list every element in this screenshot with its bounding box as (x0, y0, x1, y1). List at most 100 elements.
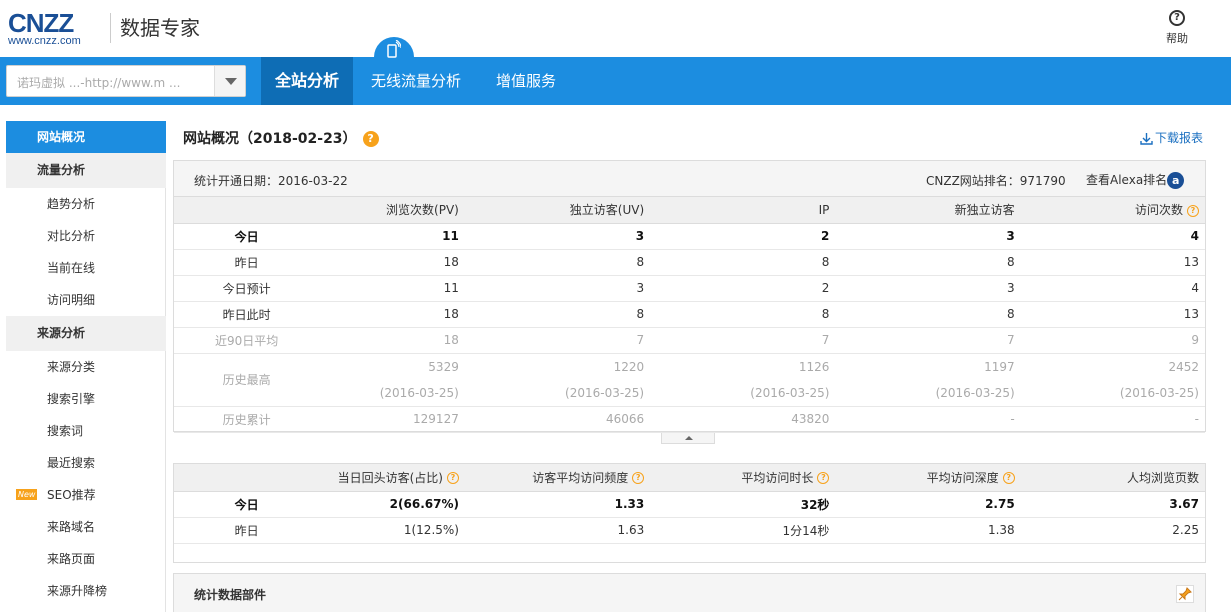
cell-value: 8 (821, 307, 830, 321)
help-icon[interactable]: ? (632, 472, 645, 485)
sidebar-item-label: 流量分析 (37, 163, 86, 177)
table-row: 历史最高 5329 (2016-03-25) 1220 (2016-03-25) 1126… (174, 353, 1205, 407)
sidebar-item-11[interactable]: New SEO推荐 (6, 479, 166, 511)
cell-value: 1126 (798, 359, 830, 374)
row-label: 历史最高 (174, 353, 320, 407)
sidebar-item-6[interactable]: 来源分析 (6, 316, 166, 351)
tab-site-analysis[interactable]: 全站分析 (261, 57, 353, 105)
chevron-down-icon[interactable] (214, 66, 245, 96)
row-label: 昨日此时 (174, 301, 320, 328)
row-label: 昨日 (174, 517, 320, 544)
site-select-dropdown[interactable]: 诺玛虚拟 ...-http://www.m ... (6, 65, 246, 97)
site-select-value: 诺玛虚拟 ...-http://www.m ... (17, 76, 181, 90)
row-label: 近90日平均 (174, 327, 320, 354)
cell-value: 8 (636, 307, 645, 321)
stats-widget-panel: 统计数据部件 (173, 573, 1206, 612)
cell-value: 8 (636, 255, 645, 269)
cell-date: (2016-03-25) (750, 385, 830, 400)
cell-value: 1.38 (987, 523, 1015, 537)
sidebar-item-label: 当前在线 (47, 261, 96, 275)
row-label: 今日预计 (174, 275, 320, 302)
traffic-stats-table: 浏览次数(PV) 独立访客(UV) IP 新独立访客 访问次数? 今日 11 3 2 3 4 昨日 18… (174, 197, 1205, 433)
cell-date: (2016-03-25) (565, 385, 645, 400)
visitor-quality-panel: 当日回头访客(占比)? 访客平均访问频度? 平均访问时长? 平均访问深度? 人均浏览页数… (173, 463, 1206, 563)
sidebar-item-3[interactable]: 对比分析 (6, 220, 166, 252)
cell-value: 1.63 (617, 523, 645, 537)
table-cell: 3 (835, 275, 1021, 302)
table-cell: 1220 (2016-03-25) (464, 353, 651, 407)
sidebar-item-9[interactable]: 搜索词 (6, 415, 166, 447)
column-header: 平均访问深度? (835, 464, 1021, 492)
table-cell: 1.33 (464, 491, 651, 518)
cell-value: 5329 (428, 359, 459, 374)
cell-value: 1(12.5%) (403, 523, 459, 537)
help-button[interactable]: ? 帮助 (1160, 10, 1194, 46)
help-icon[interactable]: ? (1187, 204, 1199, 217)
cell-value: 4 (1190, 229, 1199, 243)
alexa-icon: a (1167, 172, 1185, 189)
sidebar-item-label: 最近搜索 (47, 456, 96, 470)
cell-value: 46066 (605, 412, 645, 426)
sidebar-item-7[interactable]: 来源分类 (6, 351, 166, 383)
row-label: 今日 (174, 223, 320, 250)
sidebar-item-1[interactable]: 流量分析 (6, 153, 166, 188)
column-header: IP (650, 197, 836, 224)
table-row: 昨日 1(12.5%) 1.63 1分14秒 1.38 2.25 (174, 517, 1205, 544)
logo-divider (110, 13, 111, 43)
cell-value: 8 (1007, 255, 1015, 269)
sidebar-item-5[interactable]: 访问明细 (6, 284, 166, 316)
cell-value: 9 (1191, 333, 1199, 347)
cell-value: 8 (821, 255, 830, 269)
column-header: 访客平均访问频度? (464, 464, 651, 492)
table-cell: 5329 (2016-03-25) (319, 353, 465, 407)
open-date: 统计开通日期：2016-03-22 (194, 174, 348, 188)
download-report-link[interactable]: 下载报表 (1140, 129, 1203, 146)
cell-value: 18 (443, 333, 459, 347)
sidebar-item-label: 搜索词 (47, 424, 84, 438)
cnzz-logo[interactable]: CNZZ www.cnzz.com (8, 10, 100, 48)
sidebar-item-label: 搜索引擎 (47, 392, 96, 406)
cell-value: - (1010, 412, 1015, 426)
cell-value: 7 (636, 333, 645, 347)
cell-value: 2 (821, 229, 830, 243)
sidebar-item-4[interactable]: 当前在线 (6, 252, 166, 284)
collapse-toggle[interactable] (661, 433, 715, 444)
sidebar-item-10[interactable]: 最近搜索 (6, 447, 166, 479)
overview-info-bar: 统计开通日期：2016-03-22 CNZZ网站排名：971790 查看Alex… (174, 161, 1205, 197)
table-cell: 13 (1020, 301, 1205, 328)
table-cell: 2 (650, 223, 836, 250)
tab-wireless-analysis[interactable]: 无线流量分析 (354, 57, 478, 105)
row-label: 昨日 (174, 249, 320, 276)
sidebar-item-2[interactable]: 趋势分析 (6, 188, 166, 220)
help-icon[interactable]: ? (446, 472, 459, 485)
new-badge: New (16, 489, 38, 500)
table-cell: 1.38 (835, 517, 1021, 544)
sidebar-item-12[interactable]: 来路域名 (6, 511, 166, 543)
sidebar-item-8[interactable]: 搜索引擎 (6, 383, 166, 415)
cell-value: - (1194, 412, 1199, 426)
column-header-label: 访问次数 (1134, 203, 1183, 218)
sidebar-item-0[interactable]: 网站概况 (6, 121, 166, 153)
sidebar-item-13[interactable]: 来路页面 (6, 543, 166, 575)
help-icon[interactable]: ? (1002, 472, 1015, 485)
help-icon[interactable]: ? (362, 131, 379, 147)
alexa-link[interactable]: 查看Alexa排名 a (1086, 171, 1185, 189)
help-icon[interactable]: ? (817, 472, 830, 485)
table-cell: 3 (835, 223, 1021, 250)
column-header-label: 人均浏览页数 (1126, 470, 1199, 485)
panel-title: 统计数据部件 (194, 588, 267, 602)
cell-value: 13 (1183, 307, 1199, 321)
table-row: 今日预计 11 3 2 3 4 (174, 275, 1205, 302)
cell-value: 历史累计 (222, 412, 271, 427)
table-cell: 4 (1020, 223, 1205, 250)
sidebar-item-label: SEO推荐 (47, 488, 96, 502)
table-cell: 1197 (2016-03-25) (835, 353, 1021, 407)
cell-value: 历史最高 (222, 373, 271, 387)
table-cell: 2.25 (1020, 517, 1205, 544)
table-cell: 2 (650, 275, 836, 302)
cell-value: 2(66.67%) (389, 497, 459, 511)
pin-icon[interactable] (1176, 585, 1194, 603)
sidebar-item-14[interactable]: 来源升降榜 (6, 575, 166, 607)
table-cell: 1126 (2016-03-25) (650, 353, 836, 407)
tab-value-added[interactable]: 增值服务 (480, 57, 572, 105)
